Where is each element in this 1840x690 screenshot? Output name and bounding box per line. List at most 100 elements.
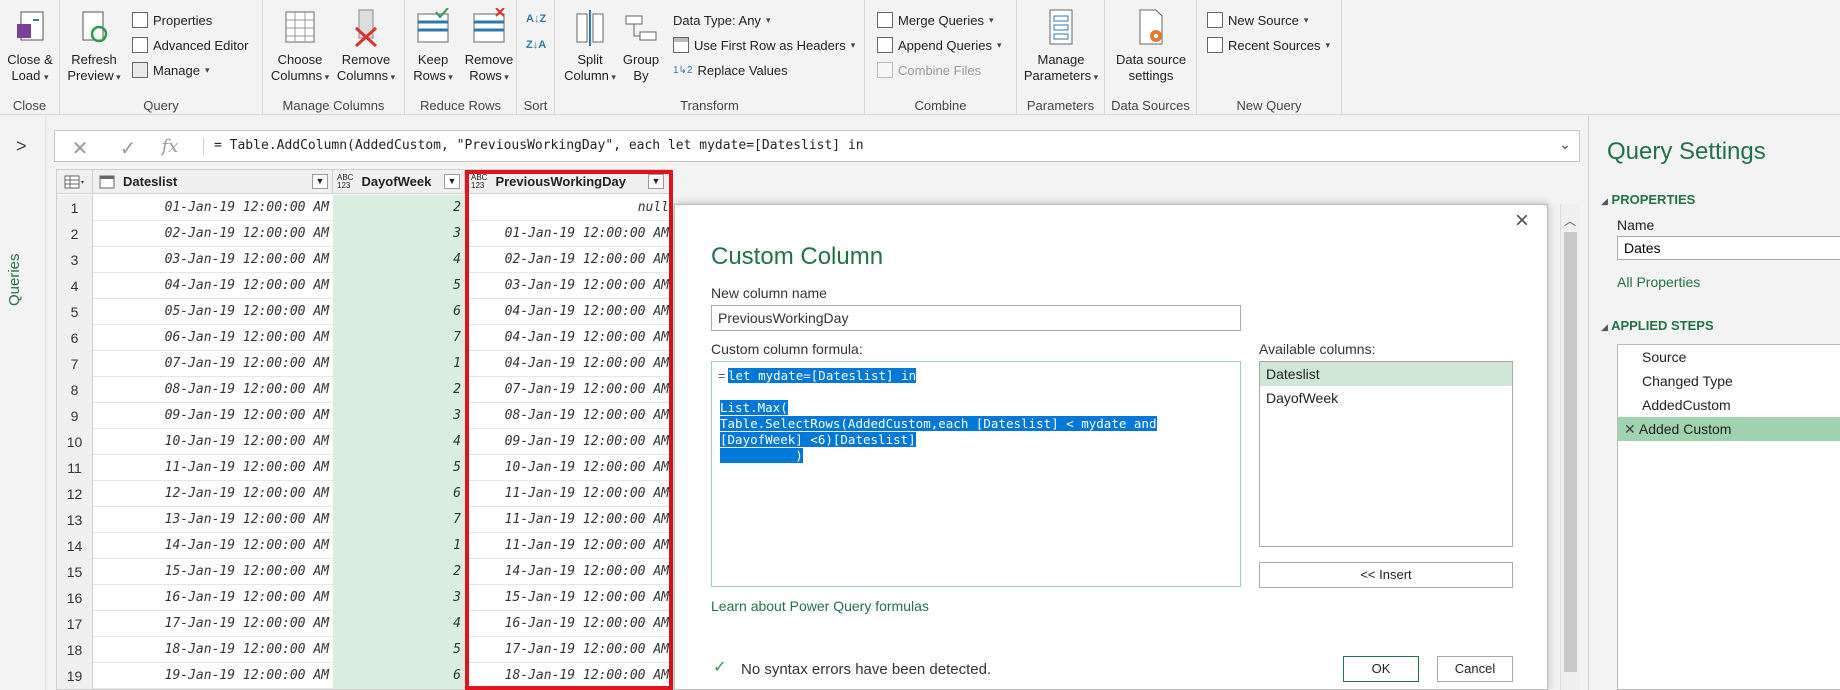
cell-dateslist[interactable]: 05-Jan-19 12:00:00 AM <box>93 299 333 325</box>
properties-section-header[interactable]: ◢ PROPERTIES <box>1601 192 1695 207</box>
cell-previousworkingday[interactable]: 04-Jan-19 12:00:00 AM <box>465 351 671 377</box>
split-column-button[interactable]: Split Column ▾ <box>561 8 619 85</box>
cell-previousworkingday[interactable]: 04-Jan-19 12:00:00 AM <box>465 325 671 351</box>
cell-previousworkingday[interactable]: 16-Jan-19 12:00:00 AM <box>465 611 671 637</box>
cell-dayofweek[interactable]: 5 <box>333 455 465 481</box>
new-column-name-input[interactable] <box>711 305 1241 331</box>
use-first-row-headers-button[interactable]: Use First Row as Headers ▾ <box>673 34 855 56</box>
table-row[interactable]: 18 18-Jan-19 12:00:00 AM 5 17-Jan-19 12:00:… <box>57 637 671 663</box>
cell-dateslist[interactable]: 11-Jan-19 12:00:00 AM <box>93 455 333 481</box>
table-row[interactable]: 9 09-Jan-19 12:00:00 AM 3 08-Jan-19 12:00:0… <box>57 403 671 429</box>
cell-dateslist[interactable]: 04-Jan-19 12:00:00 AM <box>93 273 333 299</box>
grid-vertical-scrollbar[interactable]: ︿ <box>1560 204 1580 690</box>
row-number[interactable]: 2 <box>57 221 93 247</box>
cancel-button[interactable]: Cancel <box>1437 656 1513 682</box>
row-number[interactable]: 15 <box>57 559 93 585</box>
keep-rows-button[interactable]: Keep Rows ▾ <box>405 8 461 85</box>
cell-dateslist[interactable]: 18-Jan-19 12:00:00 AM <box>93 637 333 663</box>
formula-text[interactable]: = Table.AddColumn(AddedCustom, "Previous… <box>203 138 864 156</box>
recent-sources-button[interactable]: Recent Sources ▾ <box>1207 34 1330 56</box>
fx-icon[interactable]: fx <box>155 136 185 157</box>
column-header-previousworkingday[interactable]: ABC 123 PreviousWorkingDay ▼ <box>465 170 671 194</box>
cell-dateslist[interactable]: 06-Jan-19 12:00:00 AM <box>93 325 333 351</box>
table-row[interactable]: 16 16-Jan-19 12:00:00 AM 3 15-Jan-19 12:00:… <box>57 585 671 611</box>
confirm-formula-icon[interactable]: ✓ <box>113 136 143 161</box>
learn-formulas-link[interactable]: Learn about Power Query formulas <box>711 598 929 614</box>
cell-dayofweek[interactable]: 7 <box>333 507 465 533</box>
cell-dayofweek[interactable]: 4 <box>333 611 465 637</box>
cell-dayofweek[interactable]: 5 <box>333 273 465 299</box>
all-properties-link[interactable]: All Properties <box>1617 274 1700 290</box>
table-row[interactable]: 2 02-Jan-19 12:00:00 AM 3 01-Jan-19 12:00:0… <box>57 221 671 247</box>
combine-files-button[interactable]: Combine Files <box>877 59 981 81</box>
cell-previousworkingday[interactable]: 10-Jan-19 12:00:00 AM <box>465 455 671 481</box>
cell-previousworkingday[interactable]: 03-Jan-19 12:00:00 AM <box>465 273 671 299</box>
row-number[interactable]: 19 <box>57 663 93 689</box>
cell-previousworkingday[interactable]: 11-Jan-19 12:00:00 AM <box>465 533 671 559</box>
table-row[interactable]: 19 19-Jan-19 12:00:00 AM 6 18-Jan-19 12:00:… <box>57 663 671 689</box>
cell-dayofweek[interactable]: 2 <box>333 377 465 403</box>
cell-previousworkingday[interactable]: 18-Jan-19 12:00:00 AM <box>465 663 671 689</box>
cell-dayofweek[interactable]: 2 <box>333 559 465 585</box>
insert-button[interactable]: << Insert <box>1259 562 1513 588</box>
row-number[interactable]: 12 <box>57 481 93 507</box>
scroll-up-icon[interactable]: ︿ <box>1564 212 1576 229</box>
table-row[interactable]: 10 10-Jan-19 12:00:00 AM 4 09-Jan-19 12:00:… <box>57 429 671 455</box>
table-row[interactable]: 4 04-Jan-19 12:00:00 AM 5 03-Jan-19 12:00:0… <box>57 273 671 299</box>
delete-step-icon[interactable]: ✕ <box>1624 421 1636 437</box>
row-number[interactable]: 16 <box>57 585 93 611</box>
refresh-preview-button[interactable]: Refresh Preview ▾ <box>66 8 122 85</box>
table-menu-button[interactable] <box>57 170 93 194</box>
cell-previousworkingday[interactable]: 01-Jan-19 12:00:00 AM <box>465 221 671 247</box>
cell-dayofweek[interactable]: 1 <box>333 351 465 377</box>
cell-dateslist[interactable]: 08-Jan-19 12:00:00 AM <box>93 377 333 403</box>
cell-previousworkingday[interactable]: 14-Jan-19 12:00:00 AM <box>465 559 671 585</box>
cell-dateslist[interactable]: 09-Jan-19 12:00:00 AM <box>93 403 333 429</box>
cell-dayofweek[interactable]: 6 <box>333 481 465 507</box>
cell-previousworkingday[interactable]: 15-Jan-19 12:00:00 AM <box>465 585 671 611</box>
cell-dateslist[interactable]: 03-Jan-19 12:00:00 AM <box>93 247 333 273</box>
table-row[interactable]: 15 15-Jan-19 12:00:00 AM 2 14-Jan-19 12:00:… <box>57 559 671 585</box>
available-column-item[interactable]: DayofWeek <box>1260 386 1512 410</box>
queries-label[interactable]: Queries <box>6 253 23 306</box>
cell-dayofweek[interactable]: 4 <box>333 247 465 273</box>
dialog-close-button[interactable]: × <box>1515 207 1529 235</box>
row-number[interactable]: 9 <box>57 403 93 429</box>
row-number[interactable]: 5 <box>57 299 93 325</box>
row-number[interactable]: 3 <box>57 247 93 273</box>
cell-dayofweek[interactable]: 7 <box>333 325 465 351</box>
cell-previousworkingday[interactable]: 17-Jan-19 12:00:00 AM <box>465 637 671 663</box>
table-row[interactable]: 17 17-Jan-19 12:00:00 AM 4 16-Jan-19 12:00:… <box>57 611 671 637</box>
properties-button[interactable]: Properties <box>132 9 212 31</box>
row-number[interactable]: 7 <box>57 351 93 377</box>
cell-dayofweek[interactable]: 6 <box>333 299 465 325</box>
expand-formula-chevron-icon[interactable]: ⌄ <box>1559 136 1571 153</box>
row-number[interactable]: 13 <box>57 507 93 533</box>
table-row[interactable]: 6 06-Jan-19 12:00:00 AM 7 04-Jan-19 12:00:0… <box>57 325 671 351</box>
cell-dateslist[interactable]: 02-Jan-19 12:00:00 AM <box>93 221 333 247</box>
filter-dropdown-icon[interactable]: ▼ <box>648 174 664 189</box>
row-number[interactable]: 8 <box>57 377 93 403</box>
table-row[interactable]: 8 08-Jan-19 12:00:00 AM 2 07-Jan-19 12:00:0… <box>57 377 671 403</box>
cell-previousworkingday[interactable]: 08-Jan-19 12:00:00 AM <box>465 403 671 429</box>
cell-previousworkingday[interactable]: 09-Jan-19 12:00:00 AM <box>465 429 671 455</box>
column-header-dateslist[interactable]: Dateslist ▼ <box>93 170 333 194</box>
cell-dateslist[interactable]: 01-Jan-19 12:00:00 AM <box>93 195 333 221</box>
cell-dateslist[interactable]: 12-Jan-19 12:00:00 AM <box>93 481 333 507</box>
cell-dayofweek[interactable]: 5 <box>333 637 465 663</box>
data-source-settings-button[interactable]: Data source settings <box>1107 8 1195 84</box>
merge-queries-button[interactable]: Merge Queries ▾ <box>877 9 994 31</box>
row-number[interactable]: 1 <box>57 195 93 221</box>
table-row[interactable]: 7 07-Jan-19 12:00:00 AM 1 04-Jan-19 12:00:0… <box>57 351 671 377</box>
manage-button[interactable]: Manage ▾ <box>132 59 210 81</box>
applied-step-item[interactable]: Source <box>1618 345 1840 369</box>
cell-dayofweek[interactable]: 1 <box>333 533 465 559</box>
new-source-button[interactable]: New Source ▾ <box>1207 9 1308 31</box>
row-number[interactable]: 4 <box>57 273 93 299</box>
cell-dateslist[interactable]: 07-Jan-19 12:00:00 AM <box>93 351 333 377</box>
row-number[interactable]: 14 <box>57 533 93 559</box>
applied-step-item-selected[interactable]: ✕ Added Custom <box>1618 417 1840 441</box>
table-row[interactable]: 13 13-Jan-19 12:00:00 AM 7 11-Jan-19 12:00:… <box>57 507 671 533</box>
cell-dayofweek[interactable]: 3 <box>333 585 465 611</box>
cell-previousworkingday[interactable]: 02-Jan-19 12:00:00 AM <box>465 247 671 273</box>
